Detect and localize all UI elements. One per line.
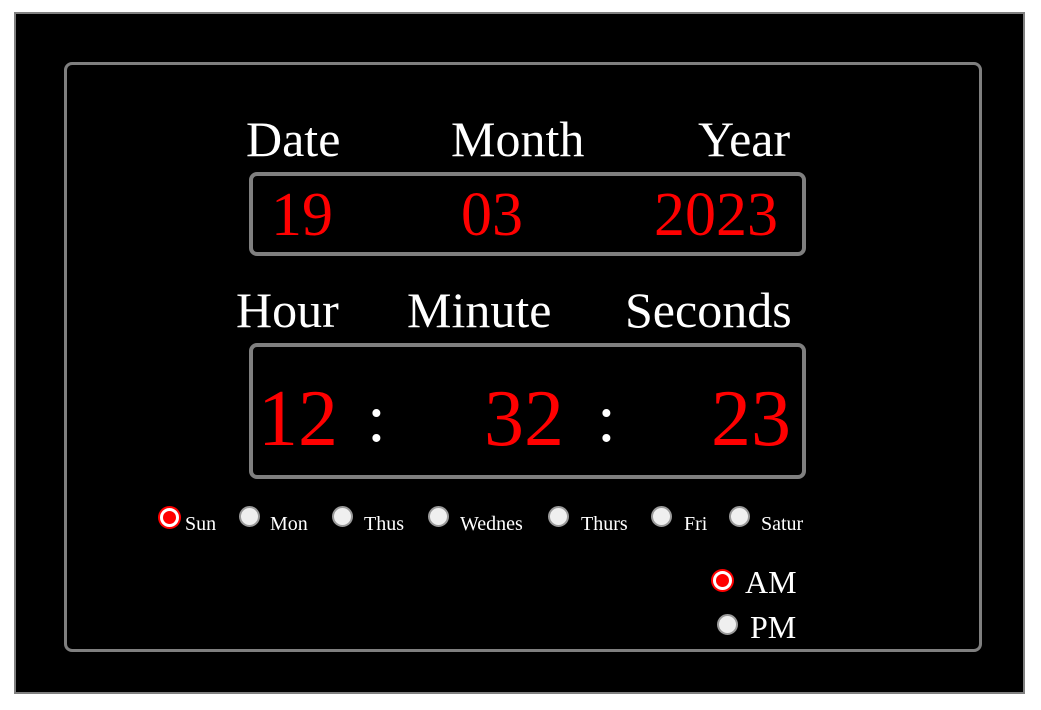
minute-value: 32 xyxy=(484,375,564,463)
pm-radio[interactable] xyxy=(717,614,738,635)
day-label-mon: Mon xyxy=(270,513,308,535)
day-label-thurs: Thurs xyxy=(581,513,628,535)
month-label: Month xyxy=(451,111,585,167)
day-radio-mon[interactable] xyxy=(239,506,260,527)
day-radio-sun[interactable] xyxy=(160,508,179,527)
hour-label: Hour xyxy=(236,282,339,338)
seconds-label: Seconds xyxy=(625,282,792,338)
month-value: 03 xyxy=(461,181,523,249)
hour-value: 12 xyxy=(258,375,338,463)
am-label: AM xyxy=(745,564,797,600)
minute-label: Minute xyxy=(407,282,552,338)
hour-minute-separator: : xyxy=(367,380,386,456)
am-radio[interactable] xyxy=(713,571,732,590)
day-label-thus: Thus xyxy=(364,513,404,535)
year-value: 2023 xyxy=(654,181,778,249)
day-radio-wednes[interactable] xyxy=(428,506,449,527)
day-label-satur: Satur xyxy=(761,513,804,535)
day-label-wednes: Wednes xyxy=(460,513,523,535)
pm-label: PM xyxy=(750,609,797,645)
day-radio-thurs[interactable] xyxy=(548,506,569,527)
day-radio-satur[interactable] xyxy=(729,506,750,527)
year-label: Year xyxy=(698,111,791,167)
date-value: 19 xyxy=(271,181,333,249)
day-label-sun: Sun xyxy=(185,513,217,535)
seconds-value: 23 xyxy=(711,375,791,463)
day-radio-thus[interactable] xyxy=(332,506,353,527)
day-label-fri: Fri xyxy=(684,513,708,535)
date-label: Date xyxy=(246,111,341,167)
minute-seconds-separator: : xyxy=(597,380,616,456)
day-radio-fri[interactable] xyxy=(651,506,672,527)
